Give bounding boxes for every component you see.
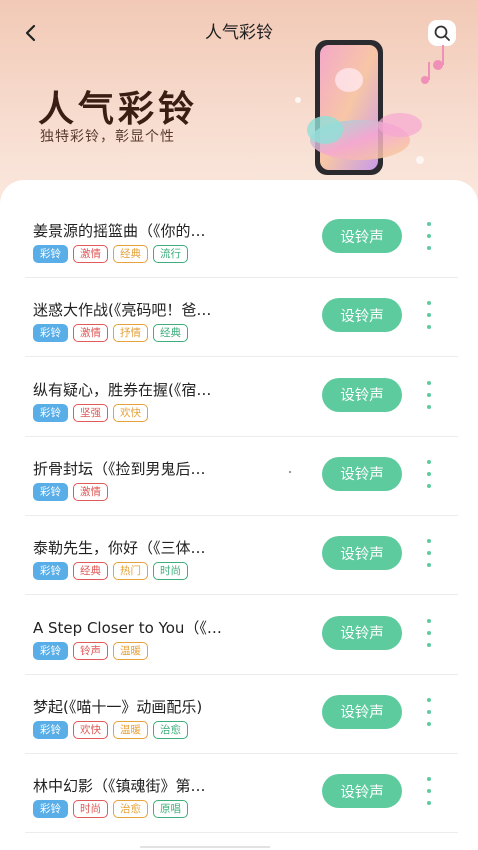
list-item[interactable]: 迷惑大作战(《亮码吧！爸… 彩铃 激情 抒情 经典 设铃声 [25, 277, 458, 358]
dot [427, 301, 431, 306]
more-vertical-icon[interactable] [419, 222, 439, 250]
dot [427, 777, 431, 782]
list-item[interactable]: 林中幻影（《镇魂街》第… 彩铃 时尚 治愈 原唱 设铃声 [25, 753, 458, 834]
tag-badge: 经典 [153, 324, 188, 343]
tag-badge: 欢快 [113, 403, 148, 422]
set-ringtone-button[interactable]: 设铃声 [322, 456, 402, 491]
ringtone-title: 折骨封坛（《捡到男鬼后… [33, 459, 206, 478]
dot [427, 392, 431, 397]
set-ringtone-button[interactable]: 设铃声 [322, 298, 402, 333]
more-vertical-icon[interactable] [419, 380, 439, 409]
tag-badge: 铃声 [73, 641, 108, 660]
tag-badge: 彩铃 [33, 403, 68, 422]
dot [427, 697, 431, 702]
dot [427, 563, 431, 568]
tag-badge: 彩铃 [33, 641, 68, 660]
set-ringtone-button[interactable]: 设铃声 [322, 536, 402, 571]
dot [427, 539, 431, 544]
tag-badge: 欢快 [73, 720, 108, 739]
banner-title: 人气彩铃 [38, 88, 199, 130]
ringtone-title: 林中幻影（《镇魂街》第… [33, 777, 206, 796]
ringtone-title: A Step Closer to You（《… [33, 618, 222, 637]
list-item[interactable]: 纵有疑心，胜券在握(《宿… 彩铃 坚强 欢快 设铃声 [25, 357, 458, 437]
dot [427, 246, 431, 250]
tag-badge: 温暖 [113, 641, 148, 660]
dot [427, 459, 431, 464]
dot [427, 404, 431, 409]
more-vertical-icon[interactable] [419, 618, 439, 647]
dot [427, 380, 431, 385]
tag-badge: 彩铃 [33, 562, 68, 581]
dot [427, 471, 431, 476]
list-item[interactable]: 泰勒先生，你好（《三体… 彩铃 经典 热门 时尚 设铃声 [25, 515, 458, 596]
tag-badge: 治愈 [153, 720, 188, 739]
tag-badge: 激情 [73, 245, 108, 263]
tag-badge: 温暖 [113, 720, 148, 739]
tag-badge: 时尚 [73, 800, 108, 819]
list-item[interactable]: 梦起(《喵十一》动画配乐) 彩铃 欢快 温暖 治愈 设铃声 [25, 674, 458, 754]
tag-badge: 彩铃 [33, 245, 68, 263]
list-item[interactable]: 折骨封坛（《捡到男鬼后… 彩铃 激情 设铃声 [25, 436, 458, 516]
tag-badge: 激情 [73, 324, 108, 343]
banner-subtitle: 独特彩铃，彰显个性 [40, 129, 175, 145]
tag-badge: 原唱 [153, 800, 188, 819]
tag-group: 彩铃 激情 [33, 482, 108, 501]
tag-badge: 激情 [73, 482, 108, 501]
tag-group: 彩铃 欢快 温暖 治愈 [33, 720, 188, 739]
dot [427, 618, 431, 623]
home-indicator [140, 846, 270, 848]
dot [427, 789, 431, 794]
tag-group: 彩铃 激情 抒情 经典 [33, 324, 188, 343]
tag-badge: 经典 [113, 245, 148, 263]
more-vertical-icon[interactable] [419, 459, 439, 488]
noise-dot [289, 471, 291, 473]
dot [427, 325, 431, 330]
dot [427, 630, 431, 635]
dot [427, 234, 431, 238]
ringtone-title: 迷惑大作战(《亮码吧！爸… [33, 301, 212, 320]
set-ringtone-button[interactable]: 设铃声 [322, 774, 402, 809]
more-vertical-icon[interactable] [419, 539, 439, 568]
ringtone-title: 纵有疑心，胜券在握(《宿… [33, 380, 212, 399]
set-ringtone-button[interactable]: 设铃声 [322, 694, 402, 729]
ringtone-list: 姜景源的摇篮曲（《你的… 彩铃 激情 经典 流行 设铃声 迷惑大作战(《亮码吧！爸… 彩铃 激情… [0, 180, 478, 850]
tag-group: 彩铃 铃声 温暖 [33, 641, 148, 660]
set-ringtone-button[interactable]: 设铃声 [322, 615, 402, 650]
dot [427, 222, 431, 226]
tag-badge: 彩铃 [33, 800, 68, 819]
dot [427, 483, 431, 488]
tag-badge: 彩铃 [33, 482, 68, 501]
dot [427, 709, 431, 714]
ringtone-title: 泰勒先生，你好（《三体… [33, 539, 206, 558]
dot [427, 642, 431, 647]
ringtone-title: 姜景源的摇篮曲（《你的… [33, 222, 206, 240]
tag-badge: 热门 [113, 562, 148, 581]
more-vertical-icon[interactable] [419, 301, 439, 330]
dot [427, 313, 431, 318]
dot [427, 801, 431, 806]
dot [427, 551, 431, 556]
ringtone-title: 梦起(《喵十一》动画配乐) [33, 697, 203, 716]
tag-badge: 治愈 [113, 800, 148, 819]
tag-badge: 经典 [73, 562, 108, 581]
tag-group: 彩铃 激情 经典 流行 [33, 245, 188, 263]
list-item[interactable]: A Step Closer to You（《… 彩铃 铃声 温暖 设铃声 [25, 595, 458, 675]
tag-group: 彩铃 经典 热门 时尚 [33, 562, 188, 581]
dot [427, 721, 431, 726]
tag-badge: 彩铃 [33, 720, 68, 739]
set-ringtone-button[interactable]: 设铃声 [322, 219, 402, 253]
tag-badge: 时尚 [153, 562, 188, 581]
list-item[interactable]: 姜景源的摇篮曲（《你的… 彩铃 激情 经典 流行 设铃声 [25, 198, 458, 278]
tag-badge: 流行 [153, 245, 188, 263]
tag-group: 彩铃 坚强 欢快 [33, 403, 148, 422]
more-vertical-icon[interactable] [419, 697, 439, 726]
tag-badge: 彩铃 [33, 324, 68, 343]
tag-badge: 坚强 [73, 403, 108, 422]
more-vertical-icon[interactable] [419, 777, 439, 806]
set-ringtone-button[interactable]: 设铃声 [322, 377, 402, 412]
tag-badge: 抒情 [113, 324, 148, 343]
tag-group: 彩铃 时尚 治愈 原唱 [33, 800, 188, 819]
